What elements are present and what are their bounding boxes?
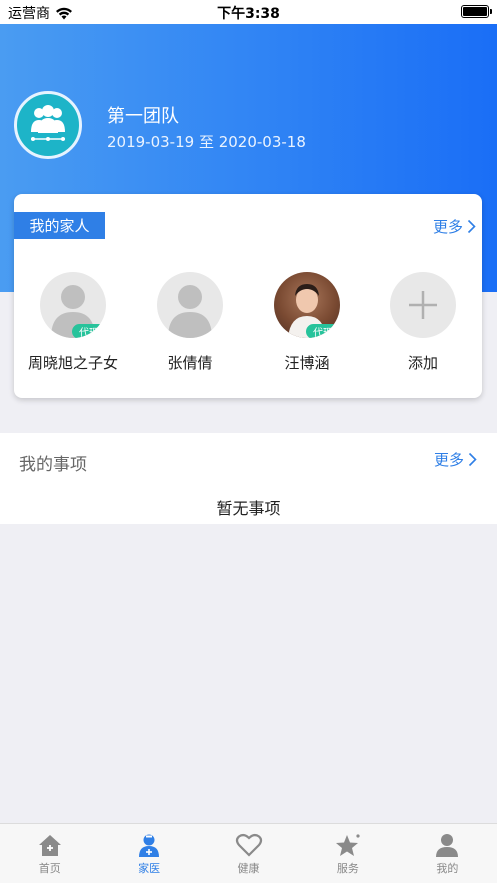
heart-icon xyxy=(235,833,262,857)
doctor-icon xyxy=(139,834,160,857)
member-name: 周晓旭之子女 xyxy=(27,354,118,372)
family-section-title: 我的家人 xyxy=(14,212,105,239)
plus-icon xyxy=(409,291,437,319)
affairs-section: 我的事项 更多 暂无事项 xyxy=(0,433,497,524)
tab-mine[interactable]: 我的 xyxy=(398,824,497,883)
status-bar: 运营商 下午3:38 xyxy=(0,0,497,24)
family-card: 我的家人 更多 代理 周晓旭之子女 张倩倩 代理 汪博涵 添加 xyxy=(14,194,482,398)
default-person-icon xyxy=(168,285,212,338)
tab-bar: 首页 家医 健康 服务 我的 xyxy=(0,823,497,883)
add-member-avatar xyxy=(390,272,456,338)
team-avatar[interactable] xyxy=(14,91,82,159)
affairs-more-link[interactable]: 更多 xyxy=(434,449,477,470)
affairs-title: 我的事项 xyxy=(19,455,87,475)
member-photo: 代理 xyxy=(274,272,340,338)
team-group-icon xyxy=(31,105,65,141)
family-member[interactable]: 张倩倩 xyxy=(135,272,245,373)
member-name: 汪博涵 xyxy=(284,354,330,372)
tab-label: 首页 xyxy=(38,862,61,875)
status-time: 下午3:38 xyxy=(217,6,280,22)
profile-icon xyxy=(436,834,459,857)
team-dates: 2019-03-19 至 2020-03-18 xyxy=(107,133,306,151)
member-name: 张倩倩 xyxy=(167,354,213,372)
member-avatar xyxy=(157,272,223,338)
affairs-more-label: 更多 xyxy=(433,451,464,469)
member-name: 添加 xyxy=(407,354,438,372)
family-member[interactable]: 代理 周晓旭之子女 xyxy=(18,272,128,373)
home-icon xyxy=(38,835,61,856)
tab-service[interactable]: 服务 xyxy=(298,824,397,883)
tab-home[interactable]: 首页 xyxy=(0,824,99,883)
chevron-right-icon xyxy=(468,452,477,467)
tab-label: 健康 xyxy=(237,862,260,875)
battery-icon xyxy=(461,5,492,18)
family-more-link[interactable]: 更多 xyxy=(433,216,476,237)
tab-label: 家医 xyxy=(138,862,161,875)
family-member[interactable]: 代理 汪博涵 xyxy=(252,272,362,373)
star-icon xyxy=(335,834,360,856)
proxy-badge: 代理 xyxy=(306,324,340,338)
chevron-right-icon xyxy=(467,219,476,234)
affairs-empty-text: 暂无事项 xyxy=(216,499,281,518)
family-more-label: 更多 xyxy=(432,218,463,236)
tab-label: 服务 xyxy=(336,862,359,875)
team-name: 第一团队 xyxy=(107,106,179,127)
tab-family-doctor[interactable]: 家医 xyxy=(99,824,198,883)
tab-health[interactable]: 健康 xyxy=(199,824,298,883)
member-avatar: 代理 xyxy=(40,272,106,338)
proxy-badge: 代理 xyxy=(72,324,106,338)
tab-label: 我的 xyxy=(436,862,459,875)
add-member-button[interactable]: 添加 xyxy=(368,272,478,373)
